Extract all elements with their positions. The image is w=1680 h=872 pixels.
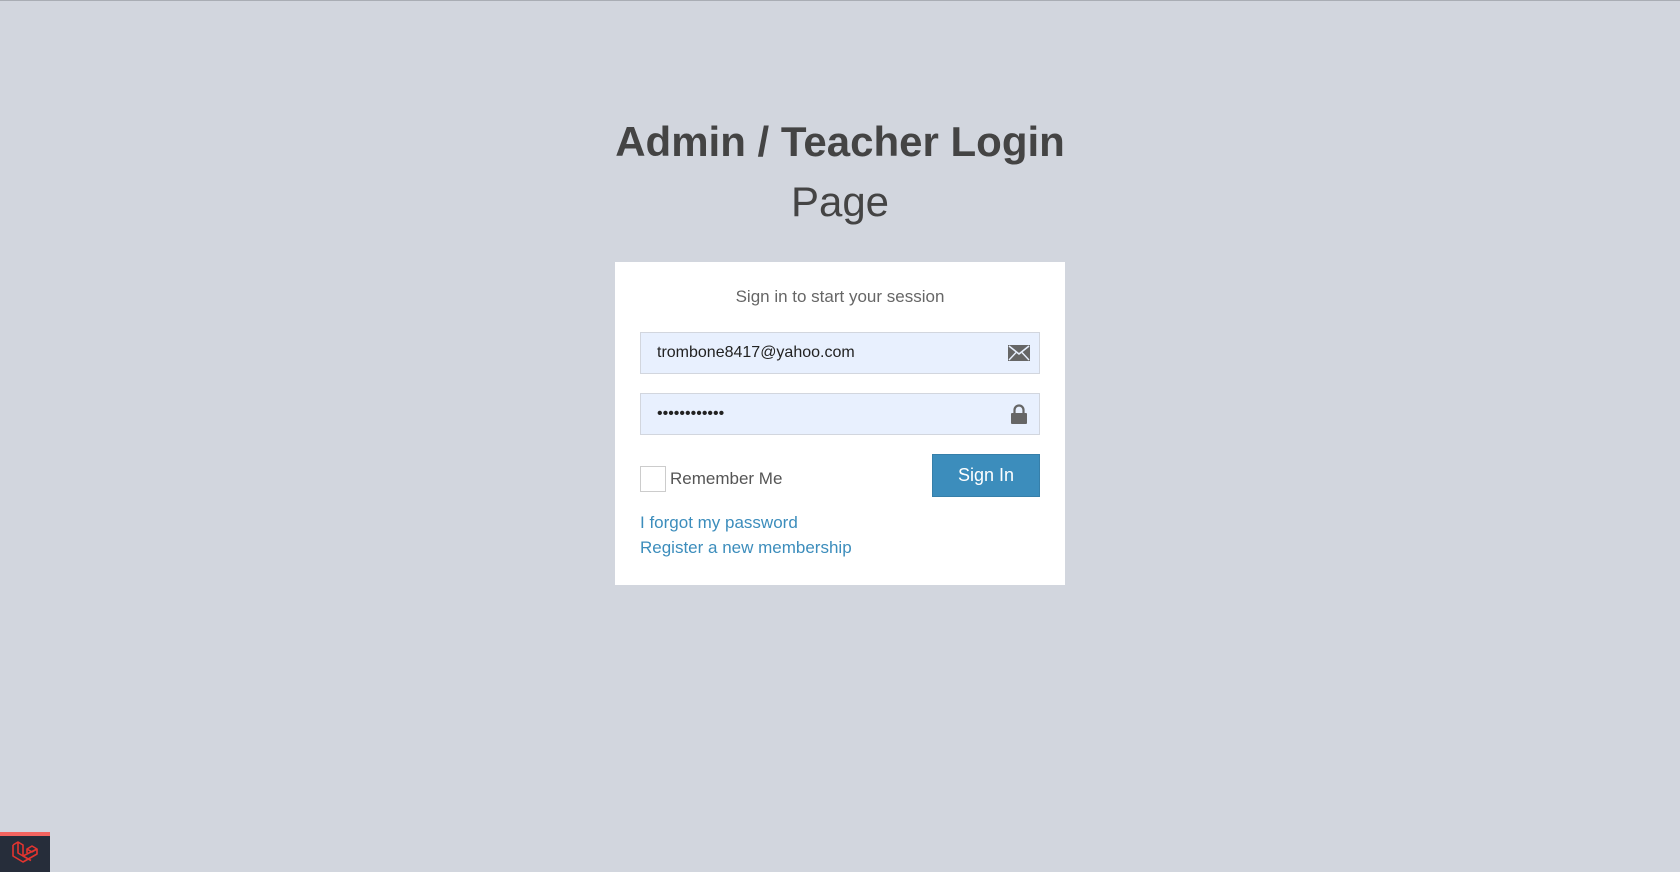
login-card: Sign in to start your session trombone84…	[615, 262, 1065, 585]
auth-links: I forgot my password Register a new memb…	[640, 510, 1040, 560]
password-field[interactable]	[640, 393, 1040, 435]
forgot-password-link[interactable]: I forgot my password	[640, 510, 1040, 535]
page-subtitle: Page	[790, 178, 890, 225]
login-message: Sign in to start your session	[735, 287, 945, 306]
remember-me-checkbox[interactable]	[640, 466, 666, 492]
password-field-group	[640, 393, 1040, 435]
remember-me-label: Remember Me	[670, 469, 783, 488]
top-border	[0, 0, 1680, 1]
email-field-group	[640, 332, 1040, 374]
sign-in-button[interactable]: Sign In	[932, 454, 1040, 497]
page-title: Admin / Teacher Login	[615, 118, 1065, 165]
laravel-logo-icon	[11, 839, 39, 870]
login-logo: Admin / Teacher Login Page	[615, 112, 1065, 232]
email-field[interactable]	[640, 332, 1040, 374]
login-box: Admin / Teacher Login Page Sign in to st…	[615, 112, 1065, 585]
remember-me[interactable]: Remember Me	[640, 466, 782, 492]
actions-row: Remember Me Sign In	[640, 454, 1040, 504]
register-link[interactable]: Register a new membership	[640, 535, 1040, 560]
envelope-icon	[1007, 341, 1031, 365]
lock-icon	[1007, 402, 1031, 426]
debugbar-toggle[interactable]	[0, 832, 50, 872]
